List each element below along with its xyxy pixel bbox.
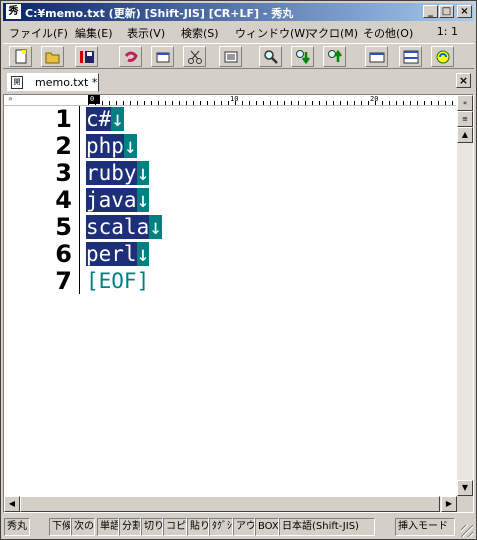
status-word[interactable]: 単語 (97, 518, 119, 536)
menu-edit[interactable]: 編集(E) (75, 25, 113, 41)
line-text: php (86, 134, 124, 158)
status-copy[interactable]: コピー (163, 518, 187, 536)
status-split[interactable]: 分割 (119, 518, 141, 536)
menu-bar: ファイル(F) 編集(E) 表示(V) 検索(S) ウィンドウ(W) マクロ(M… (3, 22, 474, 42)
line-number: 7 (55, 267, 72, 295)
split-icon[interactable] (399, 46, 422, 67)
horizontal-scrollbar[interactable]: ◀ ▶ (4, 496, 457, 512)
status-insert-mode[interactable]: 挿入モード (395, 518, 455, 536)
maximize-button[interactable]: □ (439, 5, 454, 18)
find-down-icon[interactable] (291, 46, 314, 67)
menu-other[interactable]: その他(O) (363, 25, 413, 41)
scroll-up-arrow[interactable]: ▲ (457, 127, 473, 143)
menu-file[interactable]: ファイル(F) (9, 25, 68, 41)
status-paste[interactable]: 貼り (187, 518, 209, 536)
open-folder-icon[interactable] (41, 46, 64, 67)
window-icon[interactable] (365, 46, 388, 67)
line-text: scala (86, 215, 150, 239)
newline-mark: ↓ (149, 215, 162, 239)
menu-view[interactable]: 表示(V) (127, 25, 165, 41)
copy-window-icon[interactable] (151, 46, 174, 67)
status-encoding[interactable]: 日本語(Shift-JIS) (279, 518, 375, 536)
ruler-mark-20: 20 (370, 95, 379, 103)
menu-window[interactable]: ウィンドウ(W) (235, 25, 309, 41)
eof-line: [EOF] (86, 268, 149, 295)
code-line[interactable]: ruby↓ (86, 160, 150, 187)
find-up-icon[interactable] (323, 46, 346, 67)
scroll-corner (457, 496, 473, 512)
line-number: 2 (55, 132, 72, 160)
status-cut[interactable]: 切り (141, 518, 163, 536)
newline-mark: ↓ (123, 134, 137, 158)
scroll-left-arrow[interactable]: ◀ (4, 496, 20, 512)
eof-marker: [EOF] (86, 269, 150, 293)
tab-memo[interactable]: 開 memo.txt * (7, 73, 99, 92)
code-line[interactable]: scala↓ (86, 214, 162, 241)
status-bar: 秀丸 下候 次の 単語 分割 切り コピー 貼り ﾀｸﾞｼﾞ アウト BOX 日… (3, 516, 474, 538)
close-button[interactable]: × (457, 5, 472, 18)
scroll-right-arrow[interactable]: ▶ (441, 496, 457, 512)
minimize-button[interactable]: _ (423, 5, 438, 18)
close-document-button[interactable]: × (456, 73, 471, 88)
newline-mark: ↓ (136, 188, 150, 212)
save-icon[interactable] (75, 46, 98, 67)
newline-mark: ↓ (136, 161, 150, 185)
code-line[interactable]: c#↓ (86, 106, 124, 133)
ruler-left-glyph: » (8, 94, 13, 103)
window-title: C:¥memo.txt (更新) [Shift-JIS] [CR+LF] - 秀… (25, 7, 294, 20)
toolbar (3, 43, 474, 69)
tab-bar: 開 memo.txt * × (3, 71, 474, 93)
paste-icon[interactable] (219, 46, 242, 67)
line-number: 3 (55, 159, 72, 187)
cut-icon[interactable] (183, 46, 206, 67)
document-icon: 開 (11, 76, 23, 89)
vertical-scrollbar[interactable]: « ≡ ▲ ▼ (457, 95, 473, 496)
line-number: 4 (55, 186, 72, 214)
scroll-top-icon[interactable]: « (457, 95, 473, 111)
line-text: c# (86, 107, 112, 131)
status-tag-jump[interactable]: ﾀｸﾞｼﾞ (209, 518, 233, 536)
title-bar[interactable]: 秀 C:¥memo.txt (更新) [Shift-JIS] [CR+LF] -… (3, 3, 474, 21)
resize-grip[interactable] (461, 525, 473, 537)
code-line[interactable]: perl↓ (86, 241, 150, 268)
line-text: java (86, 188, 137, 212)
gutter-divider (79, 106, 80, 294)
status-outline[interactable]: アウト (233, 518, 255, 536)
app-icon[interactable]: 秀 (6, 4, 21, 19)
code-line[interactable]: java↓ (86, 187, 150, 214)
split-handle-icon[interactable]: ≡ (457, 111, 473, 127)
line-number: 6 (55, 240, 72, 268)
status-app[interactable]: 秀丸 (4, 518, 30, 536)
scroll-down-arrow[interactable]: ▼ (457, 480, 473, 496)
editor[interactable]: » 0 10 20 1 2 3 4 5 6 7 c#↓ php↓ ruby↓ j… (3, 94, 474, 513)
newline-mark: ↓ (136, 242, 150, 266)
line-text: perl (86, 242, 137, 266)
code-line[interactable]: php↓ (86, 133, 137, 160)
find-icon[interactable] (259, 46, 282, 67)
status-prev-candidate[interactable]: 下候 (49, 518, 71, 536)
line-number: 1 (55, 105, 72, 133)
app-window: 秀 C:¥memo.txt (更新) [Shift-JIS] [CR+LF] -… (0, 0, 477, 540)
line-number: 5 (55, 213, 72, 241)
cursor-position: 1: 1 (436, 25, 458, 38)
help-icon[interactable] (431, 46, 454, 67)
menu-macro[interactable]: マクロ(M) (307, 25, 358, 41)
newline-mark: ↓ (111, 107, 124, 131)
ruler-mark-0: 0 (90, 95, 95, 103)
menu-search[interactable]: 検索(S) (181, 25, 219, 41)
undo-icon[interactable] (119, 46, 142, 67)
status-box[interactable]: BOX (255, 518, 279, 536)
new-file-icon[interactable] (9, 46, 32, 67)
status-next[interactable]: 次の (71, 518, 95, 536)
horizontal-scroll-thumb[interactable] (20, 496, 440, 512)
tab-label: memo.txt * (35, 76, 98, 89)
ruler-mark-10: 10 (230, 95, 239, 103)
ruler-ticks (88, 101, 456, 105)
line-text: ruby (86, 161, 137, 185)
